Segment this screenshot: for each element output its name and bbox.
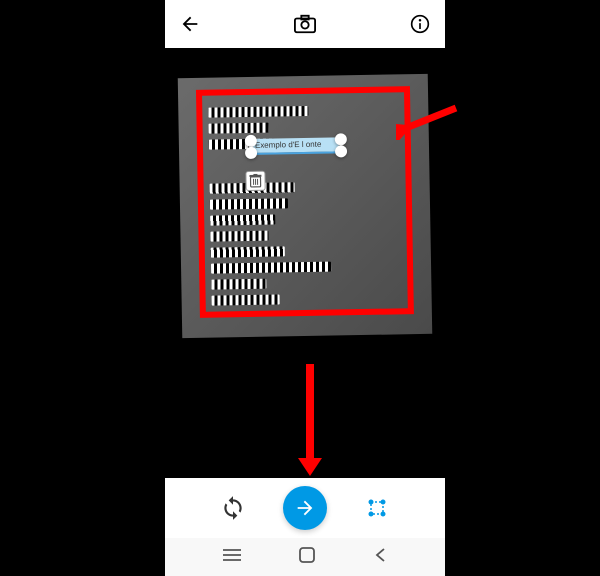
top-toolbar: [165, 0, 445, 48]
arrow-right-icon: [294, 497, 316, 519]
recents-icon: [223, 548, 241, 562]
selection-handle-top-right[interactable]: [335, 133, 347, 145]
home-icon: [298, 546, 316, 564]
back-button[interactable]: [179, 13, 201, 35]
rotate-button[interactable]: [219, 494, 247, 522]
camera-icon: [294, 14, 316, 34]
photo-canvas[interactable]: Exemplo d'E l onte: [165, 48, 445, 478]
system-nav-bar: [165, 538, 445, 576]
arrow-left-icon: [179, 13, 201, 35]
selection-underline: [253, 151, 339, 155]
bottom-toolbar: [165, 478, 445, 538]
rotate-icon: [220, 495, 246, 521]
selection-highlight[interactable]: Exemplo d'E l onte: [253, 137, 339, 152]
crop-handles-icon: [365, 496, 389, 520]
info-button[interactable]: [409, 13, 431, 35]
crop-button[interactable]: [363, 494, 391, 522]
captured-image[interactable]: Exemplo d'E l onte: [178, 74, 432, 338]
nav-home-button[interactable]: [298, 546, 316, 569]
text-selection[interactable]: Exemplo d'E l onte: [241, 137, 351, 157]
camera-button[interactable]: [294, 13, 316, 35]
delete-selection-button[interactable]: [245, 171, 265, 191]
nav-back-icon: [373, 547, 387, 563]
info-icon: [410, 14, 430, 34]
annotation-highlight-box: [196, 86, 414, 318]
trash-icon: [249, 174, 261, 188]
nav-back-button[interactable]: [373, 547, 387, 568]
next-button[interactable]: [283, 486, 327, 530]
nav-recents-button[interactable]: [223, 548, 241, 567]
